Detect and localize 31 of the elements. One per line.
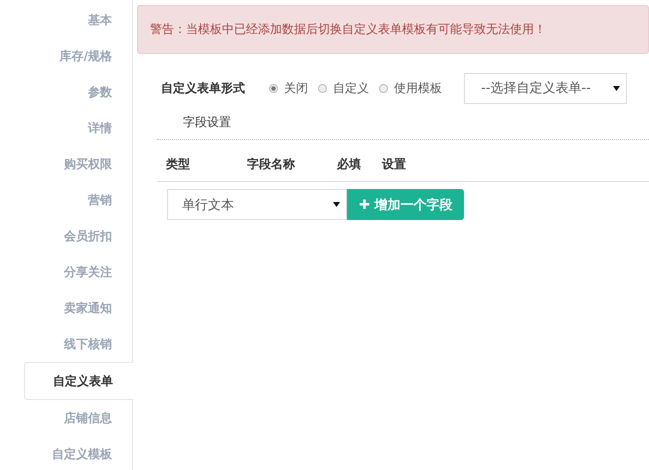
template-select[interactable]: --选择自定义表单-- (464, 72, 627, 104)
sidebar-item[interactable]: 库存/规格 (24, 38, 132, 74)
sidebar-item[interactable]: 会员折扣 (24, 218, 132, 254)
sidebar-item[interactable]: 基本 (24, 2, 132, 38)
form-mode-label: 自定义表单形式 (161, 80, 245, 96)
sidebar-item[interactable]: 营销 (24, 182, 132, 218)
sidebar-item[interactable]: 线下核销 (24, 326, 132, 362)
sidebar-item[interactable]: 购买权限 (24, 146, 132, 182)
radio-icon[interactable] (318, 84, 327, 92)
sidebar-item[interactable]: 分享关注 (24, 254, 132, 290)
column-header: 字段名称 (247, 156, 296, 173)
add-field-button[interactable]: ✚ 增加一个字段 (347, 189, 464, 220)
sidebar-item[interactable]: 卖家通知 (24, 290, 132, 326)
section-tab[interactable]: 字段设置 (183, 115, 231, 129)
type-select[interactable]: 单行文本 (167, 189, 347, 220)
sidebar-item[interactable]: 店铺信息 (24, 400, 132, 436)
warning-alert: 警告：当模板中已经添加数据后切换自定义表单模板有可能导致无法使用！ (137, 5, 649, 54)
sidebar-item[interactable]: 参数 (24, 74, 132, 110)
caret-icon (613, 86, 620, 90)
column-header: 必填 (337, 156, 362, 173)
radio-option[interactable]: 关闭 (269, 80, 308, 96)
sidebar-item[interactable]: 详情 (24, 110, 132, 146)
radio-option[interactable]: 使用模板 (379, 80, 442, 96)
column-header: 设置 (382, 156, 406, 173)
sidebar-item[interactable]: 自定义表单 (24, 362, 133, 400)
column-header: 类型 (166, 156, 191, 173)
radio-icon[interactable] (269, 84, 278, 92)
sidebar-item[interactable]: 自定义模板 (24, 436, 132, 470)
caret-icon (333, 202, 340, 207)
radio-option[interactable]: 自定义 (318, 80, 369, 96)
radio-icon[interactable] (379, 84, 388, 92)
